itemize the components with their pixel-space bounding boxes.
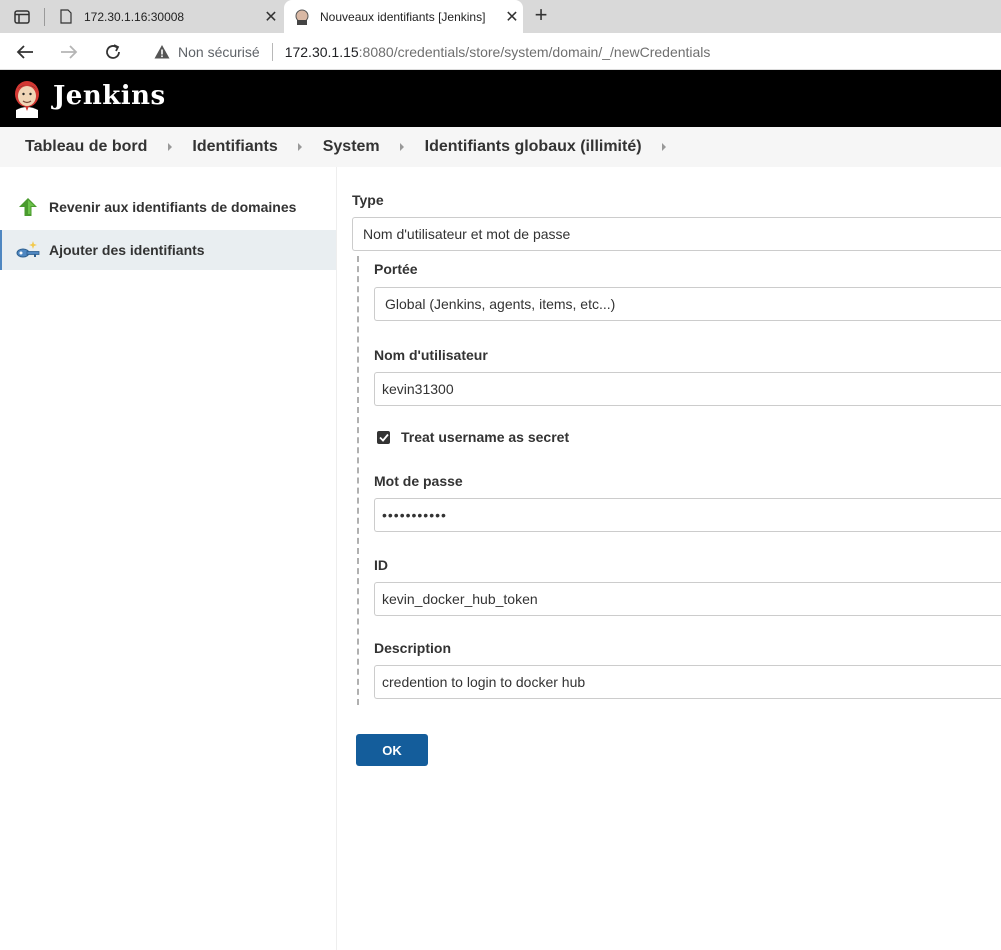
tab-separator: [44, 8, 45, 26]
treat-username-secret-checkbox[interactable]: [377, 430, 390, 444]
description-field[interactable]: credention to login to docker hub: [374, 665, 1001, 699]
scope-label: Portée: [374, 261, 418, 277]
breadcrumb-system[interactable]: System: [323, 138, 380, 156]
jenkins-logo-icon[interactable]: [11, 80, 43, 118]
username-field[interactable]: kevin31300: [374, 372, 1001, 406]
breadcrumb-credentials[interactable]: Identifiants: [192, 138, 277, 156]
close-tab-icon[interactable]: ✕: [260, 7, 282, 27]
back-icon[interactable]: [11, 38, 39, 66]
key-icon: [16, 238, 40, 262]
up-arrow-icon: [16, 195, 40, 219]
security-label[interactable]: Non sécurisé: [178, 44, 260, 60]
id-label: ID: [374, 557, 388, 573]
url-host: 172.30.1.15: [284, 43, 359, 60]
url-path: :8080/credentials/store/system/domain/_/…: [358, 43, 711, 60]
address-bar[interactable]: Non sécurisé 172.30.1.15:8080/credential…: [142, 36, 1001, 67]
tab-title: 172.30.1.16:30008: [84, 9, 185, 24]
scope-select[interactable]: Global (Jenkins, agents, items, etc...): [374, 287, 1001, 321]
browser-toolbar: Non sécurisé 172.30.1.15:8080/credential…: [0, 33, 1001, 70]
side-panel: Revenir aux identifiants de domaines Ajo…: [0, 167, 337, 950]
tab-actions-icon[interactable]: [8, 6, 36, 28]
type-label: Type: [352, 192, 384, 208]
breadcrumb-dashboard[interactable]: Tableau de bord: [25, 138, 147, 156]
warning-icon[interactable]: [154, 44, 170, 60]
chevron-right-icon[interactable]: [278, 142, 323, 152]
password-field[interactable]: •••••••••••: [374, 498, 1001, 532]
id-field[interactable]: kevin_docker_hub_token: [374, 582, 1001, 616]
description-label: Description: [374, 640, 452, 656]
ok-button[interactable]: OK: [356, 734, 428, 766]
close-tab-icon[interactable]: ✕: [501, 7, 523, 27]
sidebar-item-label: Revenir aux identifiants de domaines: [49, 199, 297, 215]
chevron-right-icon[interactable]: [147, 142, 192, 152]
browser-tab-1[interactable]: 172.30.1.16:30008 ✕: [48, 0, 282, 33]
username-label: Nom d'utilisateur: [374, 347, 488, 363]
jenkins-favicon: [294, 9, 310, 25]
browser-tab-2[interactable]: Nouveaux identifiants [Jenkins] ✕: [284, 0, 523, 33]
sidebar-item-add-credentials[interactable]: Ajouter des identifiants: [0, 230, 336, 270]
jenkins-header: Jenkins: [0, 70, 1001, 127]
breadcrumb-global-credentials[interactable]: Identifiants globaux (illimité): [425, 138, 642, 156]
sidebar-item-label: Ajouter des identifiants: [49, 242, 205, 258]
address-divider: [271, 42, 273, 61]
secret-checkbox-label[interactable]: Treat username as secret: [401, 429, 569, 445]
jenkins-title[interactable]: Jenkins: [53, 81, 166, 111]
secret-checkbox-row[interactable]: Treat username as secret: [377, 429, 569, 445]
chevron-right-icon[interactable]: [380, 142, 425, 152]
password-label: Mot de passe: [374, 473, 463, 489]
chevron-right-icon[interactable]: [642, 142, 687, 152]
breadcrumb: Tableau de bord Identifiants System Iden…: [0, 127, 1001, 167]
browser-tabstrip: 172.30.1.16:30008 ✕ Nouveaux identifiant…: [0, 0, 1001, 33]
forward-icon[interactable]: [55, 38, 83, 66]
new-tab-icon[interactable]: +: [529, 4, 553, 28]
tab-title: Nouveaux identifiants [Jenkins]: [320, 9, 486, 24]
nested-section-divider: [357, 256, 359, 705]
sidebar-item-back-to-domains[interactable]: Revenir aux identifiants de domaines: [0, 187, 336, 227]
reload-icon[interactable]: [99, 38, 127, 66]
type-select[interactable]: Nom d'utilisateur et mot de passe: [352, 217, 1001, 251]
page-icon: [58, 9, 74, 25]
